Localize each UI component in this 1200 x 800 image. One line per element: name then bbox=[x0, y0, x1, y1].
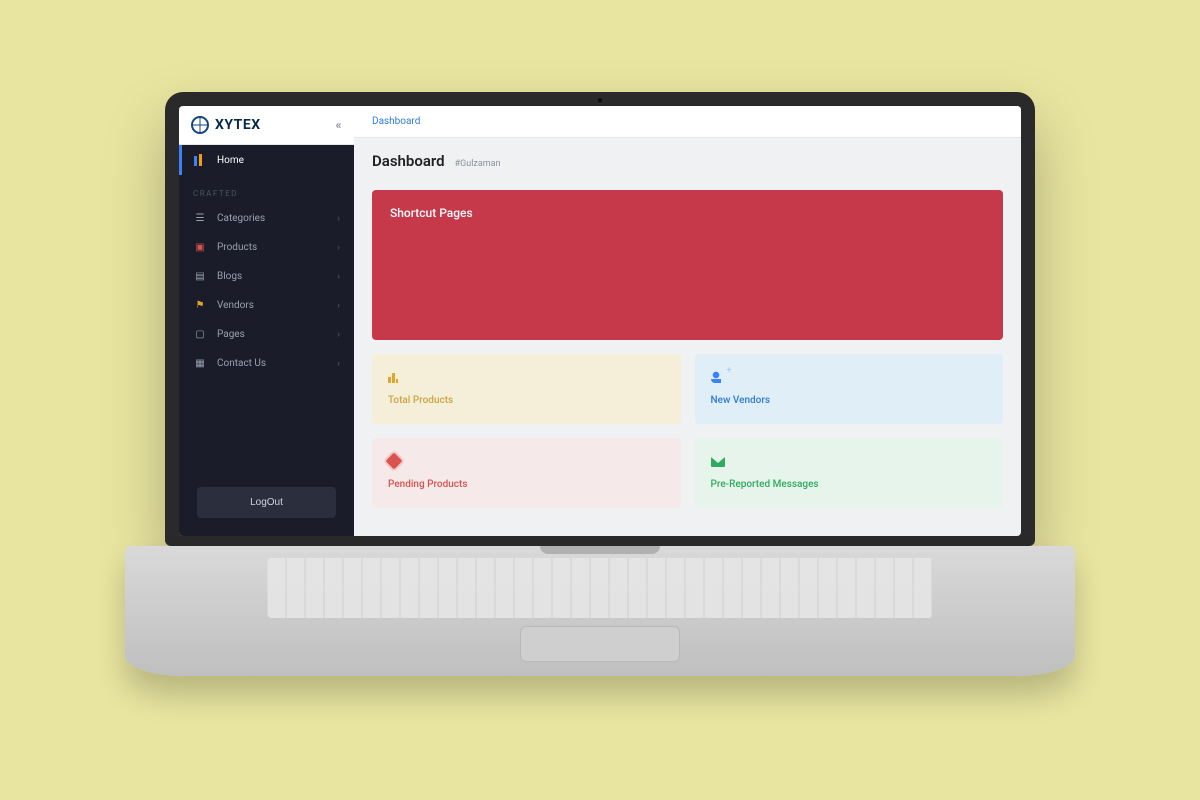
sidebar-item-vendors[interactable]: ⚑ Vendors › bbox=[179, 291, 354, 320]
home-bars-icon bbox=[193, 154, 207, 166]
sidebar-collapse-button[interactable]: « bbox=[336, 118, 343, 132]
content: Shortcut Pages Total Products New Vendor… bbox=[354, 184, 1021, 526]
card-reported-messages[interactable]: Pre-Reported Messages bbox=[695, 438, 1004, 508]
sidebar-section-label: CRAFTED bbox=[179, 175, 354, 204]
sidebar-item-categories[interactable]: ☰ Categories › bbox=[179, 204, 354, 233]
sidebar-item-label: Pages bbox=[217, 329, 245, 340]
list-icon: ☰ bbox=[193, 213, 207, 224]
camera-dot bbox=[598, 98, 603, 103]
chevron-right-icon: › bbox=[337, 243, 340, 253]
chevron-right-icon: › bbox=[337, 214, 340, 224]
cards-grid: Total Products New Vendors Pending Produ… bbox=[372, 354, 1003, 508]
page-tag: #Gulzaman bbox=[455, 159, 501, 169]
sidebar-item-label: Products bbox=[217, 242, 257, 253]
chevron-right-icon: › bbox=[337, 359, 340, 369]
users-icon: ⚑ bbox=[193, 300, 207, 311]
grid-icon: ▦ bbox=[193, 358, 207, 369]
card-new-vendors[interactable]: New Vendors bbox=[695, 354, 1004, 424]
laptop-mockup: XYTEX « Home CRAFTED ☰ Categories › ▣ bbox=[165, 92, 1035, 676]
page-header: Dashboard #Gulzaman bbox=[354, 138, 1021, 184]
globe-icon bbox=[191, 116, 209, 134]
card-label: Pending Products bbox=[388, 479, 665, 490]
sidebar-item-products[interactable]: ▣ Products › bbox=[179, 233, 354, 262]
box-icon: ▣ bbox=[193, 242, 207, 253]
card-total-products[interactable]: Total Products bbox=[372, 354, 681, 424]
banner-title: Shortcut Pages bbox=[390, 206, 473, 220]
shortcut-banner: Shortcut Pages bbox=[372, 190, 1003, 340]
card-label: Total Products bbox=[388, 395, 665, 406]
envelope-icon bbox=[711, 452, 988, 471]
card-label: New Vendors bbox=[711, 395, 988, 406]
keyboard bbox=[268, 558, 933, 618]
sidebar-item-label: Blogs bbox=[217, 271, 242, 282]
sidebar: XYTEX « Home CRAFTED ☰ Categories › ▣ bbox=[179, 106, 354, 536]
trackpad bbox=[520, 626, 680, 662]
sidebar-item-contact[interactable]: ▦ Contact Us › bbox=[179, 349, 354, 378]
diamond-icon bbox=[388, 452, 665, 471]
bars-icon bbox=[388, 368, 665, 387]
breadcrumb-root[interactable]: Dashboard bbox=[372, 116, 420, 127]
app-screen: XYTEX « Home CRAFTED ☰ Categories › ▣ bbox=[179, 106, 1021, 536]
sidebar-item-label: Home bbox=[217, 155, 244, 166]
card-label: Pre-Reported Messages bbox=[711, 479, 988, 490]
sidebar-item-pages[interactable]: ▢ Pages › bbox=[179, 320, 354, 349]
sidebar-item-label: Vendors bbox=[217, 300, 254, 311]
screen-bezel: XYTEX « Home CRAFTED ☰ Categories › ▣ bbox=[165, 92, 1035, 546]
main-area: Dashboard Dashboard #Gulzaman Shortcut P… bbox=[354, 106, 1021, 536]
sidebar-item-label: Categories bbox=[217, 213, 265, 224]
breadcrumb-bar: Dashboard bbox=[354, 106, 1021, 138]
sidebar-item-label: Contact Us bbox=[217, 358, 266, 369]
page-title: Dashboard bbox=[372, 152, 445, 170]
book-icon: ▤ bbox=[193, 271, 207, 282]
brand-name: XYTEX bbox=[215, 117, 261, 133]
logout-button[interactable]: LogOut bbox=[197, 487, 336, 518]
chevron-right-icon: › bbox=[337, 330, 340, 340]
card-pending-products[interactable]: Pending Products bbox=[372, 438, 681, 508]
sidebar-item-blogs[interactable]: ▤ Blogs › bbox=[179, 262, 354, 291]
logout-wrap: LogOut bbox=[179, 469, 354, 536]
user-plus-icon bbox=[711, 368, 988, 387]
chevron-right-icon: › bbox=[337, 301, 340, 311]
sidebar-item-home[interactable]: Home bbox=[179, 145, 354, 175]
page-icon: ▢ bbox=[193, 329, 207, 340]
logo-row: XYTEX « bbox=[179, 106, 354, 145]
chevron-right-icon: › bbox=[337, 272, 340, 282]
laptop-base bbox=[125, 546, 1075, 676]
